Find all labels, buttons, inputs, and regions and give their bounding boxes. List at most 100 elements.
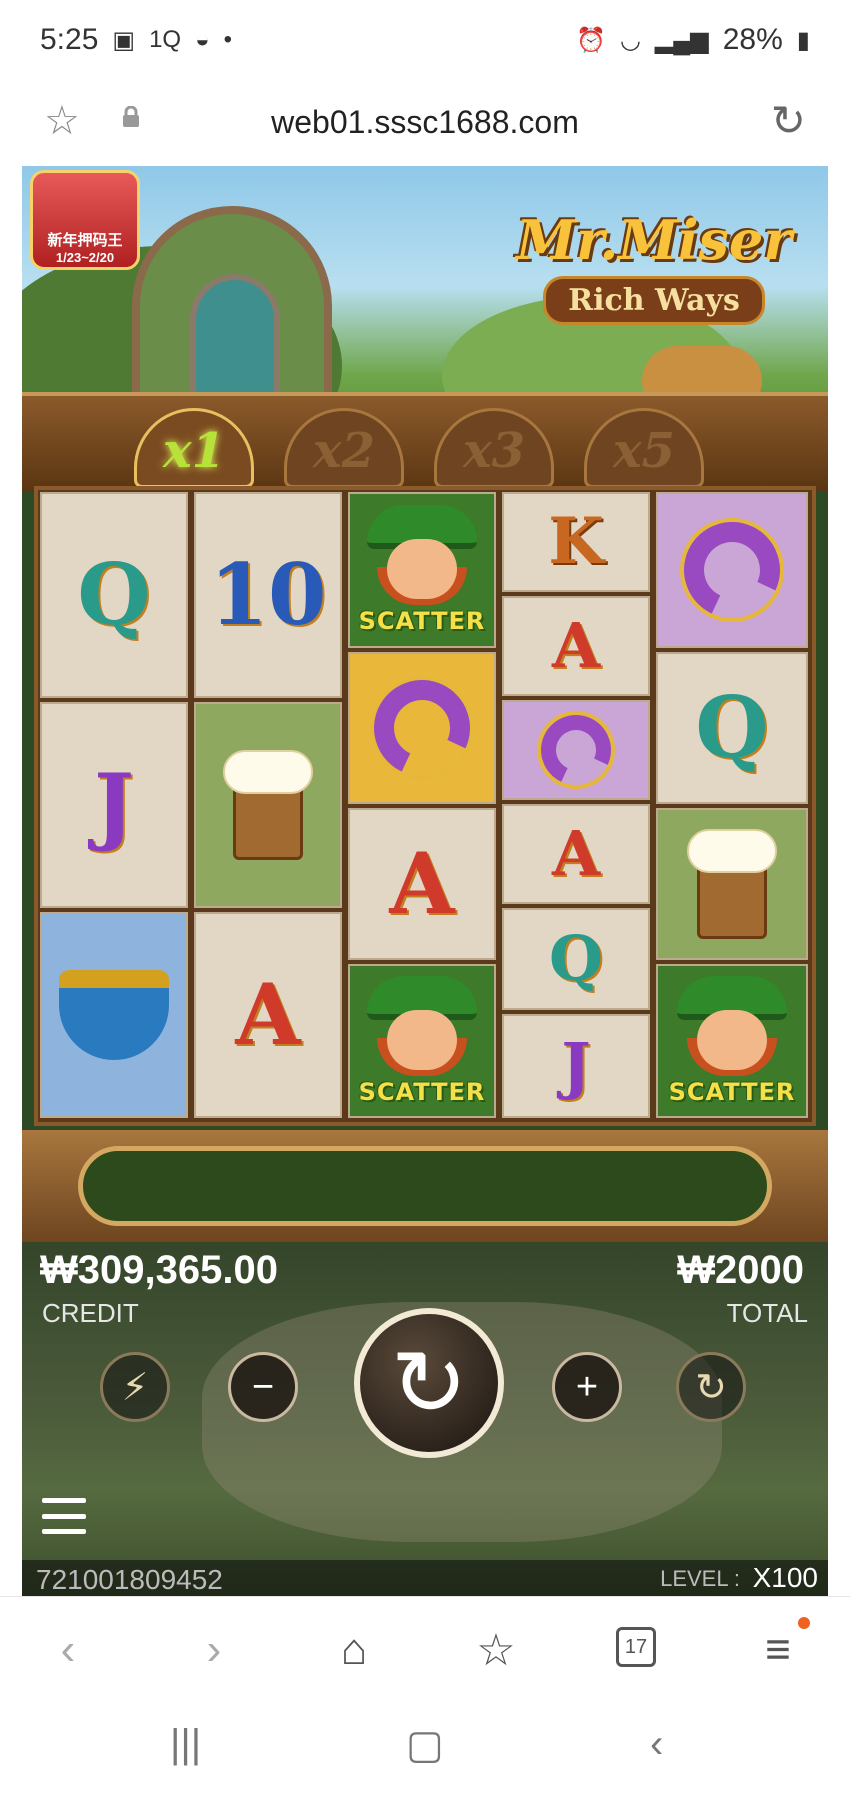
menu-icon[interactable]: ≡ (748, 1625, 808, 1675)
autoplay-button[interactable]: ↻ (676, 1352, 746, 1422)
reel-cell: 10 (194, 492, 342, 698)
horseshoe-icon (531, 705, 621, 795)
total-bet-value: ₩2000 (677, 1248, 804, 1292)
session-id: 721001809452 (36, 1564, 223, 1595)
reel-cell (656, 492, 808, 648)
reel-cell: J (40, 702, 188, 908)
alarm-icon: ⏰ (575, 26, 606, 54)
status-bar: 5:25 ▣ 1Q ◒ • ⏰ ◡ ▂▄▆ 28% ▮ (0, 0, 850, 80)
reel-cell: J (502, 1014, 650, 1118)
credit-value: ₩309,365.00 (40, 1248, 278, 1292)
gallery-icon: ▣ (112, 26, 136, 54)
event-badge-dates: 1/23~2/20 (55, 250, 115, 265)
reel-cell: A (194, 912, 342, 1118)
url-bar: ☆ web01.sssc1688.com ↻ (0, 80, 850, 166)
reel-cell: SCATTER (348, 492, 496, 648)
multiplier-x2: x2 (284, 408, 404, 488)
reel-cell (194, 702, 342, 908)
reel-cell (656, 808, 808, 960)
menu-line (42, 1498, 86, 1503)
event-badge-title: 新年押码王 (47, 232, 123, 249)
pipe-icon (59, 970, 169, 1060)
back-button-icon[interactable]: ‹ (650, 1722, 663, 1767)
forward-icon[interactable]: › (184, 1625, 244, 1675)
battery-icon: ▮ (796, 26, 810, 54)
reel-cell: Q (40, 492, 188, 698)
slot-game: 新年押码王 1/23~2/20 Mr.Miser Rich Ways x1 x2… (22, 166, 828, 1596)
browser-toolbar: ‹ › ⌂ ☆ 17 ≡ (0, 1596, 850, 1700)
scatter-label: SCATTER (668, 1078, 796, 1106)
horseshoe-icon (670, 508, 794, 632)
reel-cell: SCATTER (656, 964, 808, 1118)
home-icon[interactable]: ⌂ (324, 1625, 384, 1675)
logo-subtitle: Rich Ways (543, 276, 765, 325)
url-text[interactable]: web01.sssc1688.com (0, 104, 850, 141)
wifi-icon: ◡ (619, 26, 641, 54)
bookmarks-icon[interactable]: ☆ (466, 1625, 526, 1676)
symbol-j: J (561, 1029, 591, 1102)
signal-icon: ▂▄▆ (654, 26, 709, 54)
lightning-icon: ⚡ (121, 1366, 149, 1409)
total-bet-label: TOTAL (726, 1298, 808, 1328)
mask-icon: ◒ (195, 26, 210, 53)
face (387, 1010, 457, 1070)
spin-button[interactable]: ↻ (354, 1308, 504, 1458)
leprechaun-icon (677, 976, 787, 1076)
recent-apps-icon[interactable]: ||| (170, 1722, 201, 1767)
multiplier-x1: x1 (134, 408, 254, 488)
hobbit-door (190, 274, 280, 404)
reel-cell: A (348, 808, 496, 960)
home-button-icon[interactable]: ▢ (406, 1722, 444, 1768)
reel-cell: Q (656, 652, 808, 804)
control-panel: ₩309,365.00 CREDIT ₩2000 TOTAL ⚡ − ↻ + ↻… (22, 1242, 828, 1596)
hamburger-menu-icon[interactable] (42, 1498, 86, 1534)
status-left: 5:25 ▣ 1Q ◒ • (40, 23, 232, 57)
autoplay-icon: ↻ (695, 1366, 727, 1409)
menu-line (42, 1513, 86, 1519)
plus-icon: + (575, 1365, 599, 1408)
multiplier-x3: x3 (434, 408, 554, 488)
scatter-label: SCATTER (358, 607, 486, 635)
leprechaun-icon (367, 976, 477, 1076)
symbol-a: A (551, 609, 601, 682)
symbol-k: K (548, 504, 604, 579)
symbol-j: J (94, 755, 134, 854)
event-badge[interactable]: 新年押码王 1/23~2/20 (30, 170, 140, 270)
increase-bet-button[interactable]: + (552, 1352, 622, 1422)
battery-percent: 28% (722, 23, 783, 56)
reel-cell (40, 912, 188, 1118)
symbol-q: Q (548, 922, 603, 995)
dot-icon: • (223, 26, 232, 53)
mug-foam (687, 829, 777, 873)
level-label: LEVEL : (660, 1566, 740, 1591)
leprechaun-icon (367, 505, 477, 605)
symbol-q: Q (77, 545, 151, 644)
hobbit-house (132, 206, 332, 406)
turbo-button[interactable]: ⚡ (100, 1352, 170, 1422)
spin-icon: ↻ (390, 1332, 468, 1435)
app-icon: 1Q (149, 26, 182, 53)
beer-mug-icon (687, 829, 777, 939)
symbol-10: 10 (209, 545, 327, 644)
android-nav-bar: ||| ▢ ‹ (0, 1700, 850, 1794)
menu-line (42, 1529, 86, 1534)
minus-icon: − (251, 1365, 275, 1408)
back-icon[interactable]: ‹ (38, 1625, 98, 1675)
symbol-a: A (551, 817, 601, 890)
credit-label: CREDIT (42, 1298, 139, 1328)
notification-dot (798, 1617, 810, 1629)
reload-icon[interactable]: ↻ (771, 96, 806, 145)
reel-cell: SCATTER (348, 964, 496, 1118)
reel-cell (348, 652, 496, 804)
status-time: 5:25 (40, 23, 99, 56)
multiplier-bar: x1 x2 x3 x5 (22, 392, 828, 492)
game-footer: 721001809452 LEVEL : X100 (22, 1560, 828, 1596)
level-value: X100 (752, 1562, 818, 1593)
reel-cell: Q (502, 908, 650, 1010)
symbol-a: A (235, 965, 301, 1064)
reel-cell: A (502, 596, 650, 696)
reel-cell: K (502, 492, 650, 592)
tabs-button[interactable]: 17 (616, 1627, 656, 1667)
decrease-bet-button[interactable]: − (228, 1352, 298, 1422)
face (697, 1010, 767, 1070)
